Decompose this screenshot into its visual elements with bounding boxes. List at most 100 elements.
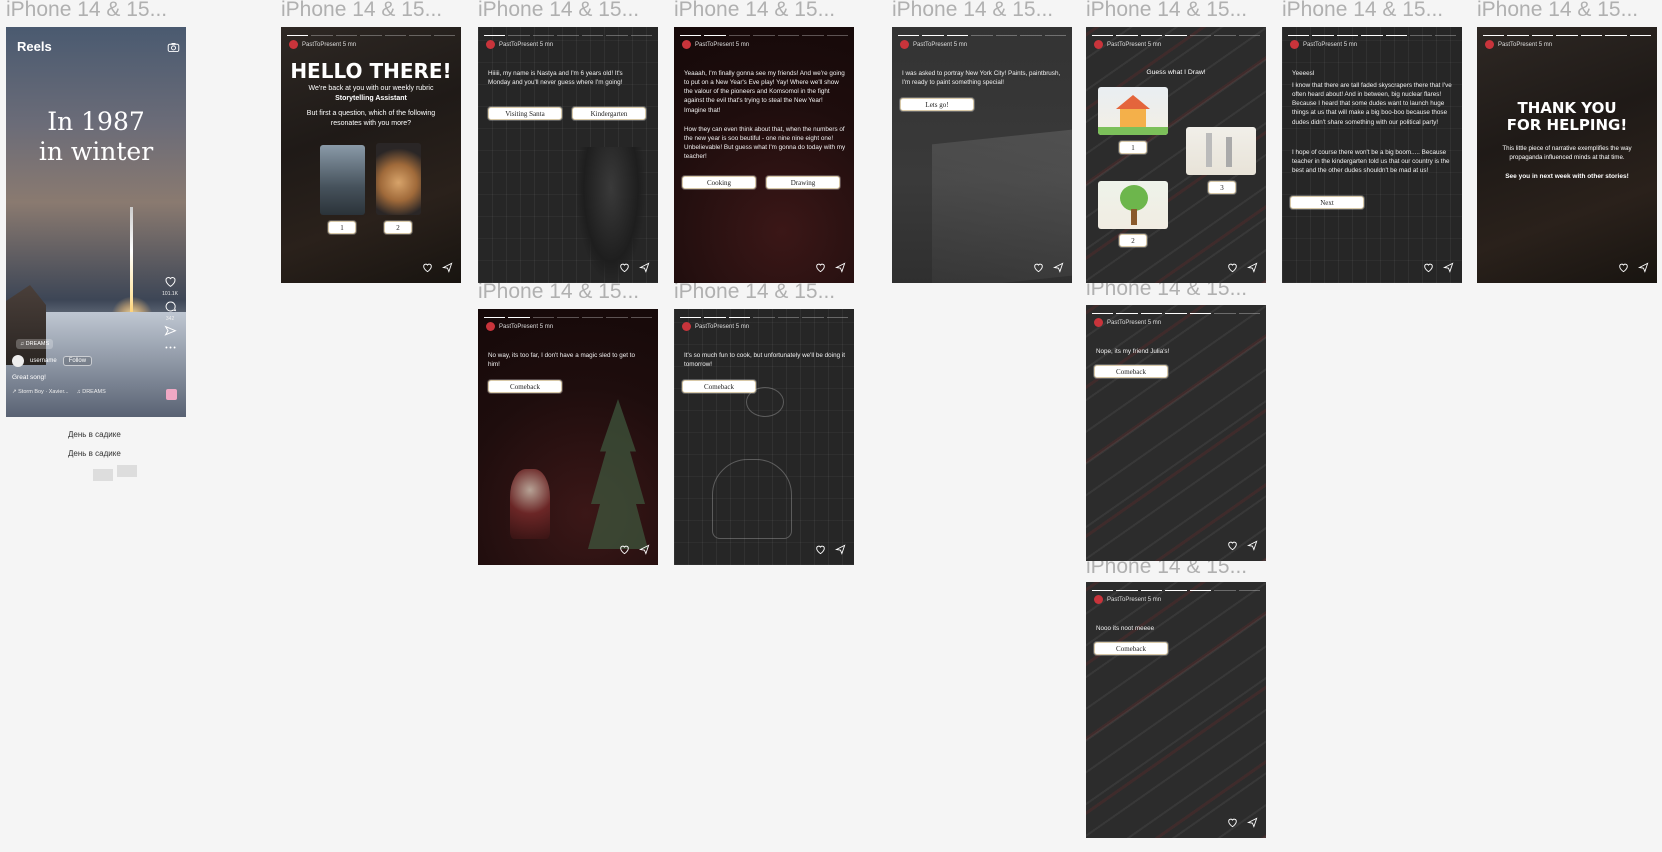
send-icon[interactable] xyxy=(1443,262,1454,273)
story-guess[interactable]: PastToPresent 5 mn Guess what I Draw! 1 … xyxy=(1086,27,1266,283)
author-avatar[interactable] xyxy=(289,40,298,49)
frame-label[interactable]: iPhone 14 & 15... xyxy=(281,0,459,22)
author-avatar[interactable] xyxy=(486,40,495,49)
option-button-1[interactable]: 1 xyxy=(328,221,356,234)
kindergarten-button[interactable]: Kindergarten xyxy=(572,107,646,120)
camera-icon[interactable] xyxy=(167,41,180,54)
send-icon[interactable] xyxy=(835,262,846,273)
send-icon[interactable] xyxy=(835,544,846,555)
heart-icon[interactable] xyxy=(1618,262,1629,273)
author-avatar[interactable] xyxy=(900,40,909,49)
story-thanks[interactable]: PastToPresent 5 mn THANK YOU FOR HELPING… xyxy=(1477,27,1657,283)
guess-button-1[interactable]: 1 xyxy=(1119,141,1147,154)
frame-label[interactable]: iPhone 14 & 15... xyxy=(6,0,184,22)
story-yeees[interactable]: PastToPresent 5 mn Yeeeesl I know that t… xyxy=(1282,27,1462,283)
heart-icon[interactable] xyxy=(1227,262,1238,273)
username[interactable]: username xyxy=(30,358,57,364)
send-icon[interactable] xyxy=(639,544,650,555)
next-button[interactable]: Next xyxy=(1290,196,1364,209)
heart-icon[interactable] xyxy=(1033,262,1044,273)
story-nastya[interactable]: PastToPresent 5 mn Hiiiii, my name is Na… xyxy=(478,27,658,283)
frame-label[interactable]: iPhone 14 & 15... xyxy=(892,0,1070,22)
reels-screen[interactable]: Reels In 1987 in winter 101.1K 342 ♫ DRE… xyxy=(6,27,186,417)
send-icon[interactable] xyxy=(164,325,177,338)
author-avatar[interactable] xyxy=(1094,318,1103,327)
music-track[interactable]: ↗ Storm Boy · Xavier... xyxy=(12,389,69,395)
guess-button-3[interactable]: 3 xyxy=(1208,181,1236,194)
christmas-tree-image xyxy=(588,399,648,549)
story-footer xyxy=(422,262,453,273)
music-chip[interactable]: ♫ DREAMS xyxy=(16,339,54,349)
hello-rubric: Storytelling Assistant xyxy=(335,95,407,102)
frame-label[interactable]: iPhone 14 & 15... xyxy=(674,0,852,22)
story-magic-sled[interactable]: PastToPresent 5 mn No way, its too far, … xyxy=(478,309,658,565)
frame-label[interactable]: iPhone 14 & 15... xyxy=(674,280,852,304)
follow-button[interactable]: Follow xyxy=(62,356,93,366)
heart-icon[interactable] xyxy=(1227,817,1238,828)
house-grass xyxy=(1098,127,1168,135)
music-tag[interactable]: ♫ DREAMS xyxy=(77,389,106,395)
story-julia[interactable]: PastToPresent 5 mn Nope, its my friend J… xyxy=(1086,305,1266,561)
headline-line: In 1987 xyxy=(47,107,145,136)
cooking-button[interactable]: Cooking xyxy=(682,176,756,189)
heart-icon[interactable] xyxy=(815,262,826,273)
story-footer xyxy=(1227,540,1258,551)
drawing-tree-image[interactable] xyxy=(1098,181,1168,229)
story-nooo[interactable]: PastToPresent 5 mn Nooo its noot meeee C… xyxy=(1086,582,1266,838)
kettle-sketch-image xyxy=(712,459,792,539)
author-avatar[interactable] xyxy=(1094,595,1103,604)
option-image-1[interactable] xyxy=(320,145,365,215)
album-thumb[interactable] xyxy=(166,389,177,400)
more-icon[interactable] xyxy=(164,341,177,354)
drawing-rockets-image[interactable] xyxy=(1186,127,1256,175)
drawing-button[interactable]: Drawing xyxy=(766,176,840,189)
story-newyear[interactable]: PastToPresent 5 mn Yeaaah, I'm finally g… xyxy=(674,27,854,283)
heart-icon[interactable] xyxy=(619,544,630,555)
option-image-2[interactable] xyxy=(376,143,421,215)
visiting-santa-button[interactable]: Visiting Santa xyxy=(488,107,562,120)
story-text: It's so much fun to cook, but unfortunat… xyxy=(684,352,845,369)
comeback-button[interactable]: Comeback xyxy=(1094,365,1168,378)
frame-label[interactable]: iPhone 14 & 15... xyxy=(1086,0,1264,22)
send-icon[interactable] xyxy=(1638,262,1649,273)
send-icon[interactable] xyxy=(1247,262,1258,273)
heart-icon[interactable] xyxy=(815,544,826,555)
author-avatar[interactable] xyxy=(486,322,495,331)
frame-label[interactable]: iPhone 14 & 15... xyxy=(478,0,656,22)
story-hello[interactable]: PastToPresent 5 mn HELLO THERE! We're ba… xyxy=(281,27,461,283)
heart-icon[interactable] xyxy=(164,275,177,288)
author-avatar[interactable] xyxy=(1094,40,1103,49)
lets-go-button[interactable]: Lets go! xyxy=(900,98,974,111)
drawing-house-image[interactable] xyxy=(1098,87,1168,135)
avatar[interactable] xyxy=(12,355,24,367)
story-text: Nope, its my friend Julia's! xyxy=(1096,348,1170,355)
heart-icon[interactable] xyxy=(422,262,433,273)
heart-icon[interactable] xyxy=(619,262,630,273)
send-icon[interactable] xyxy=(639,262,650,273)
send-icon[interactable] xyxy=(1247,817,1258,828)
comeback-button[interactable]: Comeback xyxy=(1094,642,1168,655)
heart-icon[interactable] xyxy=(1423,262,1434,273)
frame-label[interactable]: iPhone 14 & 15... xyxy=(1282,0,1460,22)
author-avatar[interactable] xyxy=(1290,40,1299,49)
send-icon[interactable] xyxy=(1053,262,1064,273)
author-avatar[interactable] xyxy=(1485,40,1494,49)
story-cook-fun[interactable]: PastToPresent 5 mn It's so much fun to c… xyxy=(674,309,854,565)
frame-label[interactable]: iPhone 14 & 15... xyxy=(1477,0,1655,22)
caption: Great song! xyxy=(12,374,46,381)
comment-icon[interactable] xyxy=(164,300,177,313)
heart-icon[interactable] xyxy=(1227,540,1238,551)
comeback-button[interactable]: Comeback xyxy=(682,380,756,393)
story-author: PastToPresent 5 mn xyxy=(1107,319,1162,326)
send-icon[interactable] xyxy=(1247,540,1258,551)
guess-button-2[interactable]: 2 xyxy=(1119,234,1147,247)
placeholder-block xyxy=(117,465,137,477)
author-avatar[interactable] xyxy=(682,322,691,331)
option-button-2[interactable]: 2 xyxy=(384,221,412,234)
comeback-button[interactable]: Comeback xyxy=(488,380,562,393)
rocket-sketch xyxy=(1226,137,1232,167)
send-icon[interactable] xyxy=(442,262,453,273)
story-nyc[interactable]: PastToPresent 5 mn I was asked to portra… xyxy=(892,27,1072,283)
author-avatar[interactable] xyxy=(682,40,691,49)
frame-label[interactable]: iPhone 14 & 15... xyxy=(478,280,656,304)
